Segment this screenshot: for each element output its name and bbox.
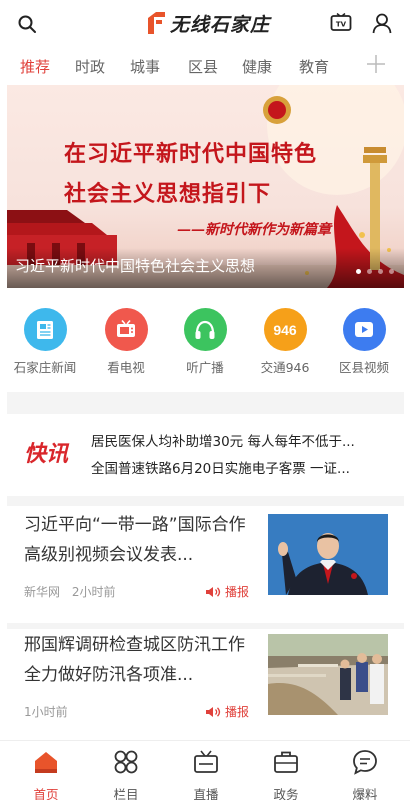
carousel-indicator [356,269,394,274]
traffic-946-badge: 946 [273,321,297,338]
quick-links: 石家庄新闻 看电视 听广播 946 交通946 区县视频 [0,308,410,388]
nav-label: 首页 [33,787,59,800]
flash-label: 快讯 [24,441,69,467]
play-broadcast-button[interactable]: 播报 [205,703,249,720]
quick-link-label: 石家庄新闻 [13,360,77,375]
banner-headline-line1: 在习近平新时代中国特色 [64,141,318,167]
newspaper-icon [23,308,67,351]
news-source: 新华网 [24,585,61,599]
logo-text: 无线石家庄 [170,13,271,36]
news-thumbnail[interactable] [268,634,388,715]
nav-live[interactable]: 直播 [176,749,236,800]
play-video-icon [342,308,386,351]
svg-text:TV: TV [336,21,347,29]
traffic-946-icon: 946 [263,308,307,351]
logo-mark-icon [148,12,165,34]
tab-health[interactable]: 健康 [242,56,272,77]
flash-item[interactable]: 居民医保人均补助增30元 每人每年不低于... [91,430,391,450]
play-label: 播报 [225,705,250,719]
quick-link-label: 看电视 [107,360,145,375]
news-item[interactable]: 邢国辉调研检查城区防汛工作 全力做好防汛各项准... 1小时前 播报 [0,630,410,735]
search-icon[interactable] [17,14,37,34]
news-title[interactable]: 邢国辉调研检查城区防汛工作 全力做好防汛各项准... [24,630,254,690]
news-thumbnail[interactable] [268,514,388,595]
banner-slogan: ——新时代新作为新篇章 [177,222,331,238]
quick-link-traffic-946[interactable]: 946 交通946 [246,308,324,376]
nav-tip-off[interactable]: 爆料 [335,749,395,800]
news-time: 1小时前 [24,705,68,719]
news-divider [7,623,404,629]
speaker-icon [206,586,221,597]
section-divider [7,496,404,506]
nav-label: 政务 [273,787,299,800]
section-divider [7,392,404,414]
nav-label: 爆料 [352,787,378,800]
nav-label: 直播 [193,787,219,800]
nav-government[interactable]: 政务 [256,749,316,800]
carousel-dot[interactable] [378,269,383,274]
tv-icon [104,308,148,351]
hero-banner[interactable]: 在习近平新时代中国特色 社会主义思想指引下 ——新时代新作为新篇章 习近平新时代… [7,85,404,288]
carousel-dot[interactable] [367,269,372,274]
quick-link-label: 交通946 [260,360,310,375]
app-logo: 无线石家庄 [146,9,270,37]
banner-headline-line2: 社会主义思想指引下 [64,181,272,207]
carousel-dot[interactable] [356,269,361,274]
tab-education[interactable]: 教育 [299,56,329,77]
tab-politics[interactable]: 时政 [75,56,105,77]
briefcase-icon [274,751,298,773]
quick-link-label: 区县视频 [338,360,389,375]
headphones-icon [183,308,227,351]
flash-news: 快讯 居民医保人均补助增30元 每人每年不低于... 全国普速铁路6月20日实施… [0,414,410,496]
quick-link-label: 听广播 [186,360,224,375]
nav-home[interactable]: 首页 [16,749,76,800]
quick-link-district-video[interactable]: 区县视频 [325,308,403,376]
home-icon [35,752,57,773]
news-meta: 1小时前 [24,703,68,720]
banner-caption: 习近平新时代中国特色社会主义思想 [15,257,256,275]
nav-columns[interactable]: 栏目 [96,749,156,800]
tab-recommend[interactable]: 推荐 [20,56,50,77]
play-label: 播报 [225,585,250,599]
news-title[interactable]: 习近平向“一带一路”国际合作高级别视频会议发表... [24,510,254,570]
grid-icon [114,750,138,774]
tv-icon[interactable]: TV [330,13,352,33]
top-bar: 无线石家庄 TV [0,0,410,48]
chat-bubble-icon [353,750,377,775]
bottom-navigation: 首页 栏目 直播 政务 爆料 [0,740,410,800]
play-broadcast-button[interactable]: 播报 [205,583,249,600]
tab-city[interactable]: 城事 [130,56,160,77]
speaker-icon [206,706,221,717]
quick-link-sjz-news[interactable]: 石家庄新闻 [6,308,84,376]
user-icon[interactable] [372,13,392,34]
quick-link-radio[interactable]: 听广播 [166,308,244,376]
tab-district[interactable]: 区县 [188,56,218,77]
news-time: 2小时前 [71,585,116,599]
news-meta: 新华网 2小时前 [24,583,115,600]
flash-item[interactable]: 全国普速铁路6月20日实施电子客票 一证... [91,457,391,477]
carousel-dot[interactable] [389,269,394,274]
nav-label: 栏目 [113,787,139,800]
news-item[interactable]: 习近平向“一带一路”国际合作高级别视频会议发表... 新华网 2小时前 播报 [0,510,410,622]
quick-link-watch-tv[interactable]: 看电视 [87,308,165,376]
channel-tabs: 推荐 时政 城事 区县 健康 教育 [0,50,410,84]
live-tv-icon [194,750,218,773]
add-channel-icon[interactable] [365,53,387,75]
